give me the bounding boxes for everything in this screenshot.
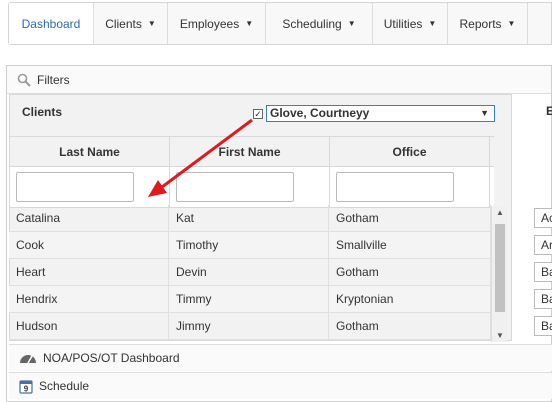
- employees-title-partial: E: [546, 104, 552, 118]
- cell-office: Kryptonian: [329, 286, 491, 312]
- chevron-down-icon: ▼: [480, 108, 489, 118]
- schedule-item[interactable]: 9 Schedule: [9, 372, 552, 399]
- cell-last-name: Hudson: [9, 313, 169, 339]
- office-filter-input[interactable]: [336, 172, 454, 202]
- nav-reports[interactable]: Reports ▼: [448, 3, 528, 44]
- cell-last-name: Cook: [9, 232, 169, 258]
- chevron-down-icon: ▼: [507, 19, 516, 28]
- coordinator-checkbox[interactable]: ✓: [253, 109, 263, 119]
- clients-title: Clients: [22, 105, 63, 119]
- nav-dashboard-label: Dashboard: [21, 16, 81, 31]
- scroll-up-icon[interactable]: ▲: [496, 208, 504, 217]
- column-last-name-label: Last Name: [59, 144, 120, 159]
- grid-filter-row: [10, 166, 494, 208]
- nav-reports-label: Reports: [459, 16, 502, 31]
- cell-first-name: Kat: [169, 205, 329, 231]
- first-name-filter-cell: [170, 167, 330, 207]
- nav-employees-label: Employees: [179, 16, 240, 31]
- scroll-down-icon[interactable]: ▼: [496, 331, 504, 340]
- rows-scrollbar[interactable]: ▲ ▼: [491, 206, 507, 342]
- cell-last-name: Catalina: [9, 205, 169, 231]
- coordinator-select[interactable]: Glove, Courtneyy ▼: [266, 105, 495, 122]
- nav-scheduling[interactable]: Scheduling ▼: [266, 3, 373, 44]
- employee-cell: Ar: [534, 235, 552, 255]
- column-office[interactable]: Office: [330, 137, 490, 166]
- nav-utilities-label: Utilities: [383, 16, 423, 31]
- top-nav: Dashboard Clients ▼ Employees ▼ Scheduli…: [8, 2, 552, 45]
- app-root: Dashboard Clients ▼ Employees ▼ Scheduli…: [0, 0, 552, 402]
- cell-first-name: Timmy: [169, 286, 329, 312]
- nav-dashboard[interactable]: Dashboard: [9, 3, 94, 44]
- employee-cell: Ba: [534, 316, 552, 336]
- employees-filter-box-partial: E Ac Ar Ba Ba Ba: [534, 94, 552, 341]
- column-first-name-label: First Name: [218, 144, 281, 159]
- column-last-name[interactable]: Last Name: [10, 137, 170, 166]
- cell-office: Smallville: [329, 232, 491, 258]
- first-name-filter-input[interactable]: [176, 172, 294, 202]
- cell-first-name: Devin: [169, 259, 329, 285]
- last-name-filter-input[interactable]: [16, 172, 134, 202]
- table-row[interactable]: Cook Timothy Smallville: [9, 232, 491, 259]
- cell-office: Gotham: [329, 205, 491, 231]
- coordinator-select-value: Glove, Courtneyy: [270, 106, 370, 120]
- grid-header-row: Last Name First Name Office: [10, 136, 494, 166]
- filters-header[interactable]: Filters: [7, 66, 551, 94]
- last-name-filter-cell: [10, 167, 170, 207]
- table-row[interactable]: Hudson Jimmy Gotham: [9, 313, 491, 340]
- office-filter-cell: [330, 167, 490, 207]
- employee-cell: Ba: [534, 262, 552, 282]
- speedometer-icon: [20, 355, 36, 364]
- scrollbar-thumb[interactable]: [495, 224, 505, 312]
- schedule-label: Schedule: [39, 379, 90, 393]
- cell-office: Gotham: [329, 313, 491, 339]
- column-first-name[interactable]: First Name: [170, 137, 330, 166]
- search-icon: [17, 73, 31, 87]
- nav-scheduling-label: Scheduling: [282, 16, 342, 31]
- table-row[interactable]: Heart Devin Gotham: [9, 259, 491, 286]
- chevron-down-icon: ▼: [245, 19, 254, 28]
- nav-clients[interactable]: Clients ▼: [94, 3, 168, 44]
- nav-employees[interactable]: Employees ▼: [168, 3, 266, 44]
- column-office-label: Office: [392, 144, 427, 159]
- calendar-icon: 9: [19, 379, 33, 394]
- chevron-down-icon: ▼: [428, 19, 437, 28]
- employee-cell: Ba: [534, 289, 552, 309]
- clients-rows: Catalina Kat Gotham Cook Timothy Smallvi…: [9, 205, 491, 340]
- chevron-down-icon: ▼: [347, 19, 356, 28]
- table-row[interactable]: Catalina Kat Gotham: [9, 205, 491, 232]
- clients-grid: Last Name First Name Office: [10, 136, 494, 208]
- employee-cell: Ac: [534, 208, 552, 228]
- calendar-icon-number: 9: [24, 384, 29, 393]
- cell-last-name: Heart: [9, 259, 169, 285]
- table-row[interactable]: Hendrix Timmy Kryptonian: [9, 286, 491, 313]
- nav-utilities[interactable]: Utilities ▼: [373, 3, 448, 44]
- filters-panel: Filters Clients ✓ Glove, Courtneyy ▼ Las…: [6, 65, 552, 402]
- cell-office: Gotham: [329, 259, 491, 285]
- cell-first-name: Timothy: [169, 232, 329, 258]
- noa-dashboard-label: NOA/POS/OT Dashboard: [43, 351, 180, 365]
- cell-first-name: Jimmy: [169, 313, 329, 339]
- cell-last-name: Hendrix: [9, 286, 169, 312]
- filters-label: Filters: [37, 72, 70, 87]
- noa-dashboard-item[interactable]: NOA/POS/OT Dashboard: [9, 344, 552, 371]
- nav-clients-label: Clients: [105, 16, 142, 31]
- chevron-down-icon: ▼: [147, 19, 156, 28]
